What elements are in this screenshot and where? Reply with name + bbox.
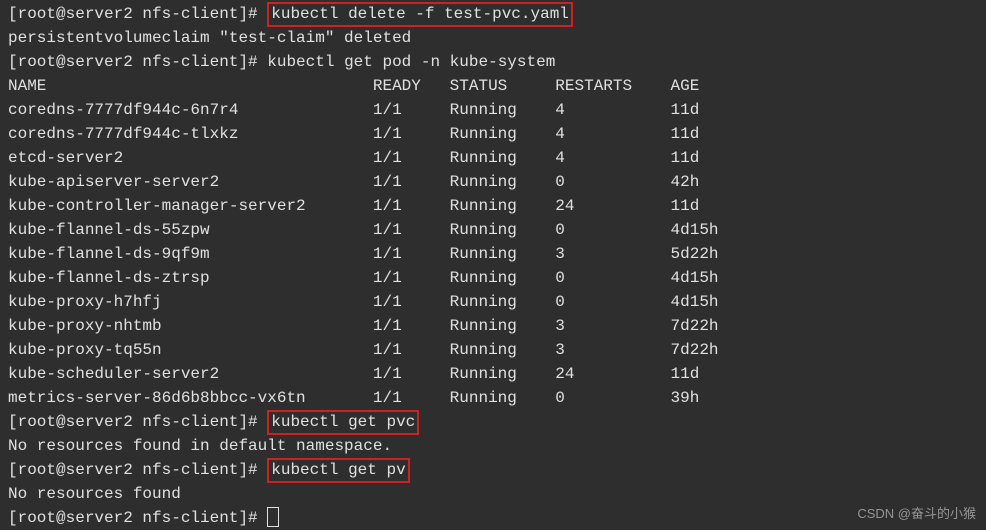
shell-prompt: [root@server2 nfs-client]# — [8, 5, 267, 23]
table-row: coredns-7777df944c-tlxkz 1/1 Running 4 1… — [8, 122, 978, 146]
terminal-line-cmd4: [root@server2 nfs-client]# kubectl get p… — [8, 458, 978, 482]
terminal-output-3: No resources found in default namespace. — [8, 434, 978, 458]
shell-prompt: [root@server2 nfs-client]# — [8, 53, 267, 71]
table-row: metrics-server-86d6b8bbcc-vx6tn 1/1 Runn… — [8, 386, 978, 410]
terminal-output-4: No resources found — [8, 482, 978, 506]
table-row: kube-proxy-tq55n 1/1 Running 3 7d22h — [8, 338, 978, 362]
watermark: CSDN @奋斗的小猴 — [857, 504, 976, 524]
terminal-output-1: persistentvolumeclaim "test-claim" delet… — [8, 26, 978, 50]
table-header: NAME READY STATUS RESTARTS AGE — [8, 74, 978, 98]
table-row: kube-scheduler-server2 1/1 Running 24 11… — [8, 362, 978, 386]
table-row: kube-controller-manager-server2 1/1 Runn… — [8, 194, 978, 218]
command-2: kubectl get pod -n kube-system — [267, 53, 555, 71]
cursor — [267, 507, 279, 527]
table-row: coredns-7777df944c-6n7r4 1/1 Running 4 1… — [8, 98, 978, 122]
table-row: etcd-server2 1/1 Running 4 11d — [8, 146, 978, 170]
highlighted-command-4: kubectl get pv — [267, 458, 409, 483]
table-row: kube-flannel-ds-ztrsp 1/1 Running 0 4d15… — [8, 266, 978, 290]
terminal-line-cmd3: [root@server2 nfs-client]# kubectl get p… — [8, 410, 978, 434]
table-row: kube-flannel-ds-9qf9m 1/1 Running 3 5d22… — [8, 242, 978, 266]
terminal-line-cmd1: [root@server2 nfs-client]# kubectl delet… — [8, 2, 978, 26]
shell-prompt: [root@server2 nfs-client]# — [8, 509, 267, 527]
table-row: kube-flannel-ds-55zpw 1/1 Running 0 4d15… — [8, 218, 978, 242]
shell-prompt: [root@server2 nfs-client]# — [8, 413, 267, 431]
highlighted-command-1: kubectl delete -f test-pvc.yaml — [267, 2, 573, 27]
table-row: kube-proxy-nhtmb 1/1 Running 3 7d22h — [8, 314, 978, 338]
pod-table: NAME READY STATUS RESTARTS AGEcoredns-77… — [8, 74, 978, 410]
highlighted-command-3: kubectl get pvc — [267, 410, 419, 435]
shell-prompt: [root@server2 nfs-client]# — [8, 461, 267, 479]
terminal-line-prompt[interactable]: [root@server2 nfs-client]# — [8, 506, 978, 530]
table-row: kube-apiserver-server2 1/1 Running 0 42h — [8, 170, 978, 194]
table-row: kube-proxy-h7hfj 1/1 Running 0 4d15h — [8, 290, 978, 314]
terminal-line-cmd2: [root@server2 nfs-client]# kubectl get p… — [8, 50, 978, 74]
